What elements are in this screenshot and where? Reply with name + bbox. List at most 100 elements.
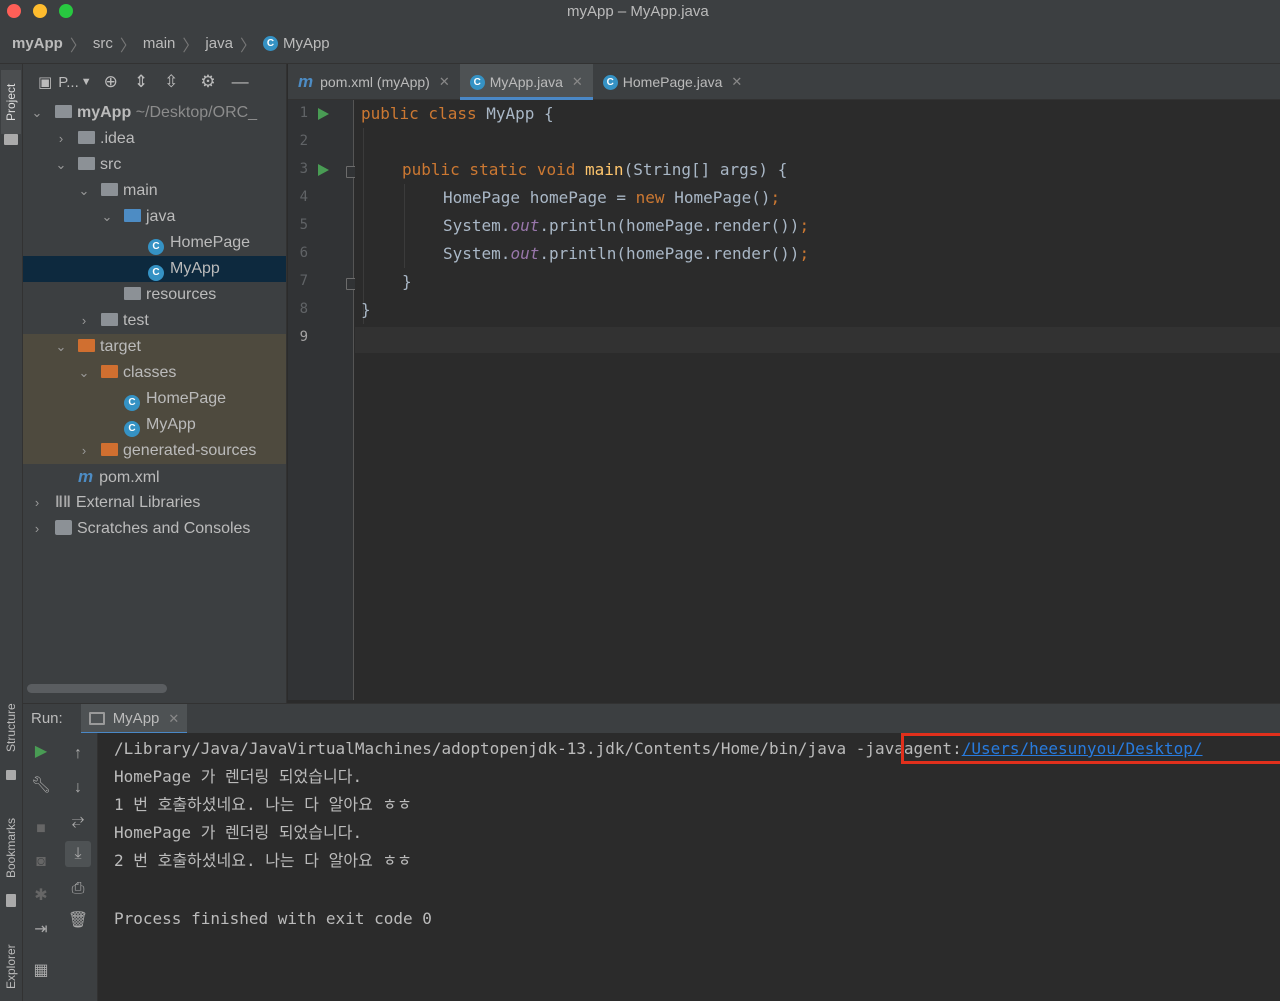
tree-item-java[interactable]: ⌄ java bbox=[23, 204, 286, 230]
line-number: 7 bbox=[299, 273, 308, 289]
console-output[interactable]: /Library/Java/JavaVirtualMachines/adopto… bbox=[98, 733, 1280, 1001]
tree-item-classes[interactable]: ⌄ classes bbox=[23, 360, 286, 386]
tree-item-test[interactable]: › test bbox=[23, 308, 286, 334]
trash-icon[interactable]: 🗑︎ bbox=[67, 910, 89, 932]
line-number: 6 bbox=[299, 245, 308, 261]
expand-all-icon[interactable]: ⇕ bbox=[134, 72, 148, 92]
run-main-icon[interactable] bbox=[318, 164, 329, 176]
tree-item-resources[interactable]: resources bbox=[23, 282, 286, 308]
horizontal-scrollbar[interactable] bbox=[27, 684, 167, 693]
tree-item-scratches[interactable]: › Scratches and Consoles bbox=[23, 516, 286, 542]
code-text: System. bbox=[443, 216, 511, 235]
tree-item-label: MyApp bbox=[146, 416, 196, 433]
tree-item-myapp-compiled[interactable]: C MyApp bbox=[23, 412, 286, 438]
code-semicolon: ; bbox=[799, 216, 810, 235]
tab-pom-xml[interactable]: m pom.xml (myApp) ✕ bbox=[288, 64, 460, 100]
tab-project[interactable]: Project bbox=[1, 70, 21, 134]
code-text: HomePage() bbox=[674, 188, 771, 207]
line-number: 3 bbox=[299, 161, 308, 177]
camera-icon[interactable]: ◙ bbox=[30, 851, 52, 873]
chevron-right-icon[interactable]: › bbox=[31, 490, 43, 516]
source-folder-icon bbox=[124, 209, 141, 222]
breadcrumb-item-src[interactable]: src bbox=[93, 35, 113, 52]
run-tab-label: MyApp bbox=[112, 710, 160, 727]
stop-icon[interactable]: ■ bbox=[30, 818, 52, 840]
tree-item-myapp-class[interactable]: C MyApp bbox=[23, 256, 286, 282]
code-keyword: public static void bbox=[402, 160, 586, 179]
excluded-folder-icon bbox=[78, 339, 95, 352]
window-title: myApp – MyApp.java bbox=[567, 3, 709, 20]
locate-icon[interactable]: ⊕ bbox=[104, 72, 118, 92]
chevron-down-icon[interactable]: ⌄ bbox=[55, 152, 67, 178]
code-editor[interactable]: public class MyApp { public static void … bbox=[355, 100, 1280, 700]
tree-item-label: MyApp bbox=[170, 260, 220, 277]
hide-icon[interactable]: — bbox=[232, 72, 249, 92]
code-line-6: System.out.println(homePage.render()); bbox=[443, 240, 809, 268]
chevron-down-icon[interactable]: ⌄ bbox=[31, 100, 43, 126]
debug-icon[interactable]: ✱ bbox=[30, 885, 52, 907]
tree-item-myapp[interactable]: ⌄ myApp ~/Desktop/ORC_ bbox=[23, 100, 286, 126]
run-tab-myapp[interactable]: MyApp ✕ bbox=[80, 703, 188, 734]
layout-icon[interactable]: ▦ bbox=[30, 960, 52, 982]
chevron-down-icon[interactable]: ⌄ bbox=[78, 178, 90, 204]
breadcrumb-item-main[interactable]: main bbox=[143, 35, 176, 52]
tab-structure[interactable]: Structure bbox=[1, 694, 21, 762]
current-line-highlight bbox=[355, 327, 1280, 353]
chevron-right-icon: 〉 bbox=[182, 37, 199, 55]
arrow-up-icon[interactable]: ↑ bbox=[67, 743, 89, 765]
chevron-right-icon[interactable]: › bbox=[78, 308, 90, 334]
tree-item-homepage[interactable]: C HomePage bbox=[23, 230, 286, 256]
project-view-selector[interactable]: P... bbox=[58, 74, 79, 91]
code-line-8: } bbox=[361, 300, 371, 319]
wrench-icon[interactable]: 🔧︎ bbox=[30, 775, 52, 797]
tab-myapp-java[interactable]: C MyApp.java ✕ bbox=[459, 64, 593, 100]
scroll-to-end-icon[interactable]: ⤓ bbox=[65, 841, 91, 867]
chevron-down-icon[interactable]: ⌄ bbox=[78, 360, 90, 386]
chevron-down-icon[interactable]: ⌄ bbox=[101, 204, 113, 230]
chevron-right-icon[interactable]: › bbox=[78, 438, 90, 464]
arrow-down-icon[interactable]: ↓ bbox=[67, 777, 89, 799]
code-text: (String[] args) { bbox=[623, 160, 788, 179]
tree-item-src[interactable]: ⌄ src bbox=[23, 152, 286, 178]
chevron-right-icon[interactable]: › bbox=[55, 126, 67, 152]
tab-bookmarks[interactable]: Bookmarks bbox=[1, 808, 21, 888]
tab-explorer[interactable]: Explorer bbox=[1, 936, 21, 998]
tree-item-idea[interactable]: › .idea bbox=[23, 126, 286, 152]
close-icon[interactable]: ✕ bbox=[168, 711, 179, 727]
project-panel: ▣ P... ▼ ⊕ ⇕ ⇳ ⚙ — ⌄ myApp ~/Desktop/ORC… bbox=[23, 64, 287, 704]
close-icon[interactable]: ✕ bbox=[439, 74, 450, 90]
console-line: 1 번 호출하셨네요. 나는 다 알아요 ㅎㅎ bbox=[114, 795, 412, 814]
breadcrumb-item-project[interactable]: myApp bbox=[12, 35, 63, 52]
tree-item-label: main bbox=[123, 182, 158, 199]
panel-icon: ▣ bbox=[38, 74, 53, 91]
console-line: HomePage 가 렌더링 되었습니다. bbox=[114, 767, 363, 786]
tree-item-main[interactable]: ⌄ main bbox=[23, 178, 286, 204]
code-line-3: public static void main(String[] args) { bbox=[402, 156, 787, 184]
tab-homepage-java[interactable]: C HomePage.java ✕ bbox=[593, 64, 753, 100]
console-java-path: /Library/Java/JavaVirtualMachines/adopto… bbox=[114, 739, 847, 758]
breadcrumb-item-java[interactable]: java bbox=[205, 35, 233, 52]
tree-item-pom[interactable]: m pom.xml bbox=[23, 464, 286, 490]
tree-item-target[interactable]: ⌄ target bbox=[23, 334, 286, 360]
print-icon[interactable]: ⎙ bbox=[67, 878, 89, 900]
close-icon[interactable]: ✕ bbox=[572, 74, 583, 90]
collapse-all-icon[interactable]: ⇳ bbox=[164, 72, 178, 92]
rerun-icon[interactable]: ▶ bbox=[30, 741, 52, 763]
tree-item-homepage-compiled[interactable]: C HomePage bbox=[23, 386, 286, 412]
runnable-class-icon: C bbox=[148, 265, 164, 281]
run-class-icon[interactable] bbox=[318, 108, 329, 120]
gear-icon[interactable]: ⚙ bbox=[200, 72, 215, 92]
exit-icon[interactable]: ⇥ bbox=[30, 919, 52, 941]
close-icon[interactable]: ✕ bbox=[731, 74, 742, 90]
chevron-right-icon[interactable]: › bbox=[31, 516, 43, 542]
tab-label: HomePage.java bbox=[622, 74, 723, 90]
indent-guide bbox=[404, 184, 405, 268]
code-text: HomePage homePage = bbox=[443, 188, 636, 207]
tree-item-generated-sources[interactable]: › generated-sources bbox=[23, 438, 286, 464]
chevron-down-icon[interactable]: ⌄ bbox=[55, 334, 67, 360]
tree-item-label: generated-sources bbox=[123, 442, 257, 459]
chevron-down-icon[interactable]: ▼ bbox=[81, 76, 92, 88]
soft-wrap-icon[interactable]: ⥂ bbox=[67, 810, 89, 832]
breadcrumb-item-myapp[interactable]: MyApp bbox=[283, 35, 330, 52]
tree-item-external-libraries[interactable]: › ‖‖ External Libraries bbox=[23, 490, 286, 516]
